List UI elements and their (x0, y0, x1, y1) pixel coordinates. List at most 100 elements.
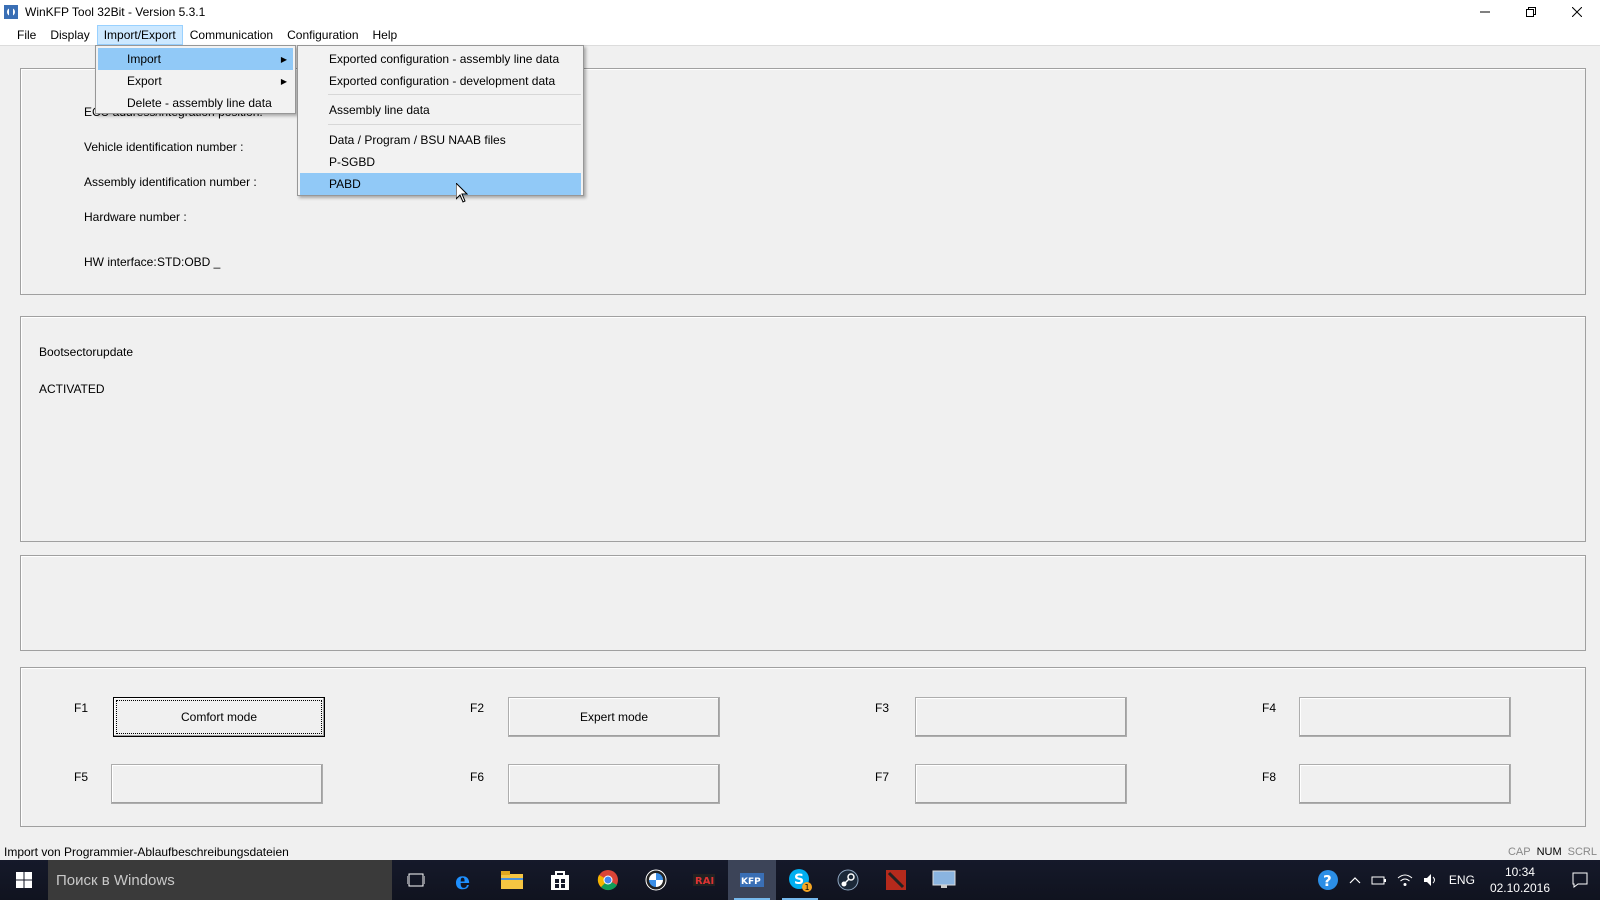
status-panel: Bootsectorupdate ACTIVATED (20, 316, 1586, 542)
folder-icon (501, 871, 523, 889)
clock[interactable]: 10:34 02.10.2016 (1480, 864, 1560, 896)
close-icon (1572, 7, 1582, 17)
menu-configuration[interactable]: Configuration (280, 25, 365, 45)
wifi-icon (1397, 874, 1413, 886)
f7-button[interactable] (915, 764, 1127, 804)
menu-file[interactable]: File (10, 25, 43, 45)
skype-taskbar-button[interactable]: S1 (776, 860, 824, 900)
f5-button[interactable] (111, 764, 323, 804)
f5-label: F5 (74, 770, 89, 784)
f6-label: F6 (470, 770, 485, 784)
volume-tray-button[interactable] (1418, 873, 1444, 887)
bmw-icon (645, 869, 667, 891)
activated-label: ACTIVATED (39, 382, 105, 396)
menu-item-delete-label: Delete - assembly line data (127, 96, 272, 110)
edge-icon: e (455, 868, 470, 892)
f2-label: F2 (470, 701, 485, 715)
menu-help[interactable]: Help (366, 25, 405, 45)
menu-item-import-label: Import (127, 52, 162, 66)
app-red-taskbar-button[interactable]: RAI (680, 860, 728, 900)
steam-icon (837, 869, 859, 891)
expert-mode-button[interactable]: Expert mode (508, 697, 720, 737)
svg-text:e: e (455, 868, 470, 892)
skype-badge: 1 (805, 883, 810, 892)
f3-label: F3 (875, 701, 890, 715)
menu-item-export[interactable]: Export ▶ (98, 70, 293, 92)
status-text: Import von Programmier-Ablaufbeschreibun… (4, 844, 289, 859)
steam-taskbar-button[interactable] (824, 860, 872, 900)
f4-label: F4 (1262, 701, 1277, 715)
submenu-item-exported-development[interactable]: Exported configuration - development dat… (300, 70, 581, 92)
language-indicator[interactable]: ENG (1444, 873, 1480, 887)
clock-date: 02.10.2016 (1489, 881, 1550, 895)
menu-display[interactable]: Display (43, 25, 96, 45)
show-hidden-icons-button[interactable] (1344, 876, 1366, 884)
assembly-id-label: Assembly identification number : (84, 175, 257, 189)
action-center-button[interactable] (1560, 872, 1600, 888)
speaker-icon (1423, 874, 1435, 886)
f8-label: F8 (1262, 770, 1277, 784)
minimize-button[interactable] (1462, 0, 1508, 24)
mouse-cursor-icon (456, 183, 468, 203)
task-view-button[interactable] (392, 860, 440, 900)
svg-text:RAI: RAI (695, 876, 714, 887)
scrl-indicator: SCRL (1567, 845, 1597, 858)
window-title: WinKFP Tool 32Bit - Version 5.3.1 (25, 5, 206, 19)
wifi-tray-button[interactable] (1392, 873, 1418, 887)
restore-button[interactable] (1508, 0, 1554, 24)
battery-icon (1371, 876, 1386, 885)
submenu-item-assembly-line[interactable]: Assembly line data (300, 99, 581, 121)
f3-button[interactable] (915, 697, 1127, 737)
menu-item-delete-assembly[interactable]: Delete - assembly line data (98, 92, 293, 114)
minimize-icon (1480, 11, 1490, 13)
remote-desktop-taskbar-button[interactable] (920, 860, 968, 900)
bootsector-label: Bootsectorupdate (39, 345, 134, 359)
submenu-arrow-icon: ▶ (280, 54, 287, 64)
bmw-taskbar-button[interactable] (632, 860, 680, 900)
help-circle-icon: ? (1317, 870, 1338, 890)
menu-communication[interactable]: Communication (183, 25, 280, 45)
f8-button[interactable] (1299, 764, 1511, 804)
windows-taskbar: Поиск в Windows e RAI KFP S1 ? ENG 10:34… (0, 860, 1600, 900)
edge-taskbar-button[interactable]: e (440, 860, 488, 900)
f6-button[interactable] (508, 764, 720, 804)
hardware-number-label: Hardware number : (84, 210, 187, 224)
windows-logo-icon (16, 872, 32, 888)
submenu-arrow-icon: ▶ (280, 76, 287, 86)
close-button[interactable] (1554, 0, 1600, 24)
cap-indicator: CAP (1507, 845, 1531, 858)
dota-taskbar-button[interactable] (872, 860, 920, 900)
start-button[interactable] (0, 860, 48, 900)
dota-icon (886, 870, 906, 890)
submenu-item-pabd[interactable]: PABD (300, 173, 581, 195)
winkfp-taskbar-icon: KFP (740, 873, 764, 887)
import-submenu: Exported configuration - assembly line d… (297, 45, 584, 196)
hw-interface-value: STD:OBD _ (157, 255, 221, 269)
comfort-mode-button[interactable]: Comfort mode (113, 697, 325, 737)
menu-item-import[interactable]: Import ▶ (98, 48, 293, 70)
battery-tray-button[interactable] (1366, 874, 1392, 886)
store-icon (551, 871, 569, 890)
message-panel (20, 555, 1586, 651)
clock-time: 10:34 (1504, 865, 1535, 879)
num-indicator: NUM (1536, 845, 1562, 858)
submenu-item-psgbd[interactable]: P-SGBD (300, 151, 581, 173)
chrome-taskbar-button[interactable] (584, 860, 632, 900)
title-bar: WinKFP Tool 32Bit - Version 5.3.1 (0, 0, 1600, 24)
submenu-item-data-program[interactable]: Data / Program / BSU NAAB files (300, 129, 581, 151)
menu-import-export[interactable]: Import/Export (96, 24, 183, 45)
file-explorer-taskbar-button[interactable] (488, 860, 536, 900)
help-tray-button[interactable]: ? (1312, 869, 1344, 891)
red-app-icon: RAI (693, 874, 715, 887)
f4-button[interactable] (1299, 697, 1511, 737)
store-taskbar-button[interactable] (536, 860, 584, 900)
vin-label: Vehicle identification number : (84, 140, 244, 154)
search-placeholder: Поиск в Windows (56, 871, 175, 889)
hw-interface-label: HW interface: (84, 255, 157, 269)
menu-separator (328, 124, 581, 125)
taskbar-search-box[interactable]: Поиск в Windows (48, 860, 392, 900)
menu-item-export-label: Export (127, 74, 162, 88)
submenu-item-exported-assembly[interactable]: Exported configuration - assembly line d… (300, 48, 581, 70)
winkfp-taskbar-button[interactable]: KFP (728, 860, 776, 900)
menu-separator (328, 94, 581, 95)
